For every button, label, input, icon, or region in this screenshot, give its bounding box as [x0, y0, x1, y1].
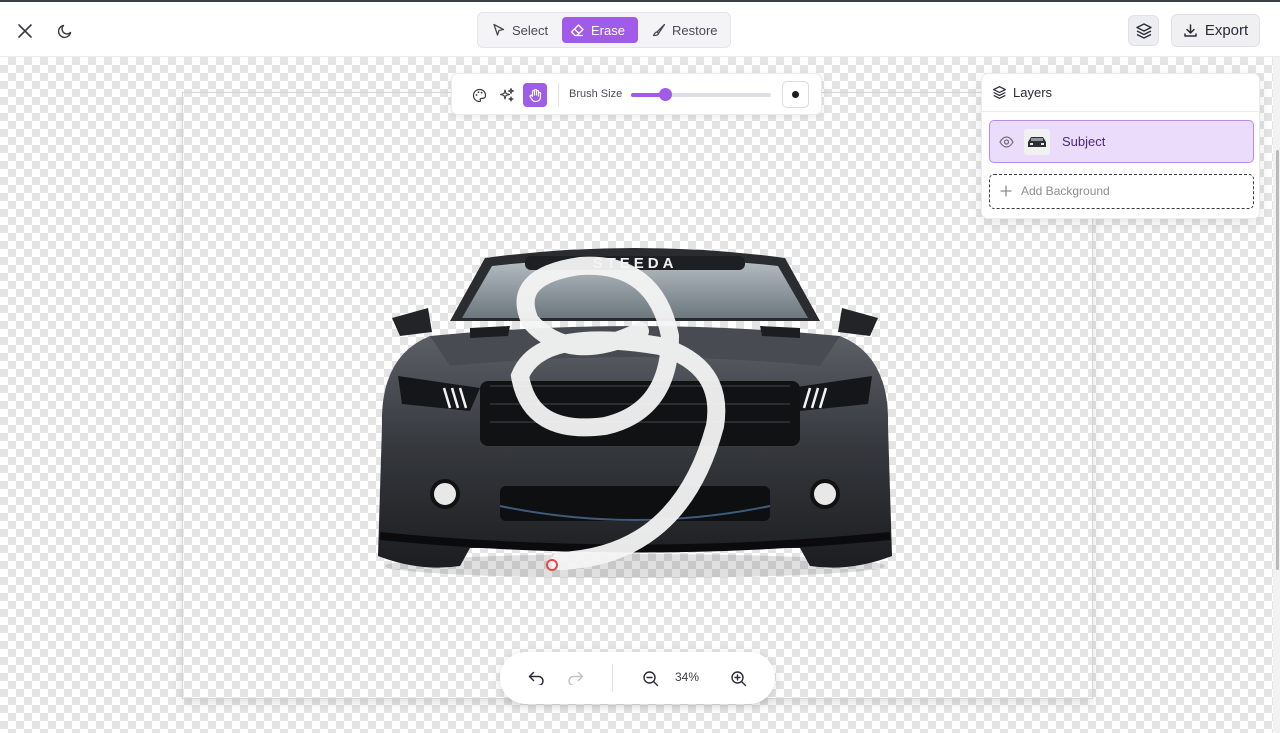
download-icon	[1184, 24, 1197, 37]
zoom-in-button[interactable]	[728, 668, 748, 688]
export-button[interactable]: Export	[1171, 14, 1260, 47]
plus-icon	[1000, 185, 1012, 197]
add-background-label: Add Background	[1021, 184, 1110, 198]
toolbar-divider	[558, 83, 559, 107]
close-icon	[18, 24, 32, 38]
erase-mode-label: Erase	[591, 22, 625, 38]
layers-icon	[993, 86, 1006, 99]
layers-icon	[1135, 22, 1152, 39]
theme-toggle-button[interactable]	[52, 18, 78, 44]
layers-panel-title: Layers	[1013, 85, 1053, 100]
scrollbar-thumb[interactable]	[1276, 150, 1279, 570]
select-mode-label: Select	[512, 22, 549, 38]
palette-tool-button[interactable]	[467, 83, 491, 107]
undo-icon	[528, 671, 544, 685]
brush-toolbar: Brush Size	[451, 73, 822, 115]
car-thumbnail-icon	[1028, 137, 1046, 147]
export-label: Export	[1204, 22, 1249, 39]
sparkles-icon	[499, 87, 515, 102]
erase-mode-button[interactable]: Erase	[562, 17, 638, 43]
brush-preview	[782, 81, 809, 108]
pan-tool-button[interactable]	[523, 83, 547, 107]
mode-switcher: Select Erase Restore	[477, 12, 731, 48]
layer-name: Subject	[1062, 134, 1106, 149]
brush-size-label: Brush Size	[569, 88, 623, 100]
magic-tool-button[interactable]	[495, 83, 519, 107]
eraser-icon	[570, 24, 584, 37]
brush-cursor	[546, 559, 558, 571]
brush-size-slider-thumb[interactable]	[658, 88, 672, 101]
layers-panel: Layers Subject Add Background	[981, 73, 1260, 219]
close-button[interactable]	[12, 18, 38, 44]
zoom-toolbar: 34%	[500, 652, 775, 704]
eye-icon[interactable]	[999, 136, 1014, 148]
select-mode-button[interactable]: Select	[484, 17, 556, 43]
pointer-icon	[493, 23, 505, 36]
restore-mode-label: Restore	[672, 22, 718, 38]
hand-icon	[528, 88, 541, 102]
zoom-out-icon	[642, 670, 658, 686]
layer-thumbnail	[1024, 129, 1050, 155]
redo-icon	[567, 671, 583, 685]
restore-mode-button[interactable]: Restore	[644, 17, 726, 43]
redo-button[interactable]	[565, 668, 585, 688]
undo-button[interactable]	[526, 668, 546, 688]
layers-toggle-button[interactable]	[1128, 15, 1159, 46]
palette-icon	[472, 88, 486, 102]
car-subject-image[interactable]: STEEDA	[370, 236, 900, 581]
zoom-toolbar-divider	[612, 664, 613, 692]
moon-icon	[57, 24, 72, 39]
add-background-button[interactable]: Add Background	[989, 174, 1254, 209]
brush-icon	[652, 23, 666, 37]
brush-size-slider[interactable]	[631, 88, 771, 101]
zoom-in-icon	[730, 670, 746, 686]
zoom-level: 34%	[675, 670, 700, 684]
brush-preview-dot	[792, 91, 799, 98]
layer-item-subject[interactable]: Subject	[989, 120, 1254, 163]
zoom-out-button[interactable]	[640, 668, 660, 688]
top-toolbar: Select Erase Restore Export	[0, 0, 1280, 57]
layers-panel-header: Layers	[982, 74, 1259, 112]
